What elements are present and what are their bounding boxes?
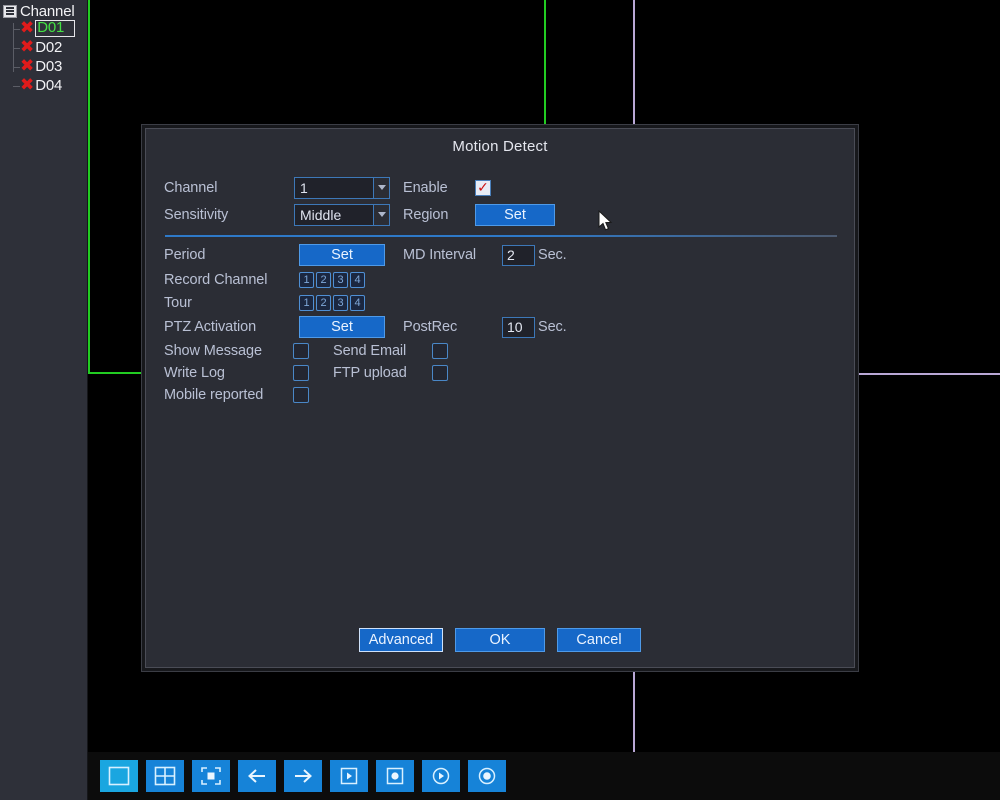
list-icon bbox=[3, 4, 17, 18]
ptz-activation-label: PTZ Activation bbox=[164, 319, 257, 335]
motion-detect-dialog: Motion Detect Channel 1 Enable ✓ Sensiti… bbox=[141, 124, 859, 672]
send-email-label: Send Email bbox=[333, 343, 407, 359]
ftp-upload-label: FTP upload bbox=[333, 365, 407, 381]
dialog-form: Channel 1 Enable ✓ Sensitivity Middle Re… bbox=[146, 155, 854, 406]
ftp-upload-checkbox[interactable] bbox=[432, 365, 448, 381]
post-rec-unit: Sec. bbox=[538, 319, 567, 335]
channel-list: ✖ D01 ✖ D02 ✖ D03 ✖ D04 bbox=[0, 19, 87, 95]
md-interval-label: MD Interval bbox=[403, 247, 477, 263]
channel-label: D04 bbox=[35, 77, 63, 94]
channel-label: D02 bbox=[35, 39, 63, 56]
record-channel-toggle-1[interactable]: 1 bbox=[299, 271, 314, 288]
record-channel-label: Record Channel bbox=[164, 271, 268, 288]
tour-toggle-3[interactable]: 3 bbox=[333, 294, 348, 311]
record-circle-icon[interactable] bbox=[468, 760, 506, 792]
channel-label: Channel bbox=[164, 179, 218, 196]
cancel-button[interactable]: Cancel bbox=[557, 628, 641, 652]
check-icon: ✓ bbox=[477, 179, 489, 196]
row-show-message: Show Message Send Email bbox=[164, 340, 854, 362]
sensitivity-select[interactable]: Middle bbox=[294, 203, 390, 226]
channel-item-d02[interactable]: ✖ D02 bbox=[0, 38, 87, 57]
record-channel-toggle-4[interactable]: 4 bbox=[350, 271, 365, 288]
channel-item-d01[interactable]: ✖ D01 bbox=[0, 19, 87, 38]
channel-select-value: 1 bbox=[300, 179, 308, 196]
region-set-button[interactable]: Set bbox=[475, 203, 555, 226]
arrow-left-icon[interactable] bbox=[238, 760, 276, 792]
period-label: Period bbox=[164, 247, 206, 263]
x-icon: ✖ bbox=[20, 75, 35, 95]
show-message-label: Show Message bbox=[164, 343, 262, 359]
record-square-icon[interactable] bbox=[376, 760, 414, 792]
row-write-log: Write Log FTP upload bbox=[164, 362, 854, 384]
zoom-view-icon[interactable] bbox=[192, 760, 230, 792]
send-email-checkbox[interactable] bbox=[432, 343, 448, 359]
period-set-button[interactable]: Set bbox=[299, 244, 385, 266]
play-square-icon[interactable] bbox=[330, 760, 368, 792]
ok-button[interactable]: OK bbox=[455, 628, 545, 652]
tour-toggle-2[interactable]: 2 bbox=[316, 294, 331, 311]
write-log-label: Write Log bbox=[164, 365, 225, 381]
show-message-checkbox[interactable] bbox=[293, 343, 309, 359]
channel-select[interactable]: 1 bbox=[294, 176, 390, 199]
enable-label: Enable bbox=[403, 179, 448, 196]
chevron-down-icon[interactable] bbox=[373, 177, 389, 198]
tour-toggle-4[interactable]: 4 bbox=[350, 294, 365, 311]
row-record-channel: Record Channel 1 2 3 4 bbox=[164, 268, 854, 291]
tour-toggle-1[interactable]: 1 bbox=[299, 294, 314, 311]
sidebar-title: Channel bbox=[20, 2, 75, 20]
record-channel-toggles: 1 2 3 4 bbox=[299, 271, 365, 288]
region-label: Region bbox=[403, 206, 449, 223]
dialog-panel: Motion Detect Channel 1 Enable ✓ Sensiti… bbox=[145, 128, 855, 668]
row-tour: Tour 1 2 3 4 bbox=[164, 291, 854, 314]
single-view-icon[interactable] bbox=[100, 760, 138, 792]
x-icon: ✖ bbox=[20, 37, 35, 57]
x-icon: ✖ bbox=[20, 56, 35, 76]
write-log-checkbox[interactable] bbox=[293, 365, 309, 381]
mobile-reported-label: Mobile reported bbox=[164, 387, 264, 403]
row-channel: Channel 1 Enable ✓ bbox=[164, 174, 854, 201]
record-channel-toggle-3[interactable]: 3 bbox=[333, 271, 348, 288]
play-circle-icon[interactable] bbox=[422, 760, 460, 792]
dialog-button-bar: Advanced OK Cancel bbox=[146, 628, 854, 652]
channel-label: D01 bbox=[35, 20, 76, 37]
row-period: Period Set MD Interval 2 Sec. bbox=[164, 242, 854, 268]
record-channel-toggle-2[interactable]: 2 bbox=[316, 271, 331, 288]
enable-checkbox[interactable]: ✓ bbox=[475, 179, 491, 196]
row-ptz: PTZ Activation Set PostRec 10 Sec. bbox=[164, 314, 854, 340]
channel-sidebar: Channel ✖ D01 ✖ D02 ✖ D03 ✖ D04 bbox=[0, 0, 88, 800]
md-interval-unit: Sec. bbox=[538, 247, 567, 263]
ptz-set-button[interactable]: Set bbox=[299, 316, 385, 338]
channel-label: D03 bbox=[35, 58, 63, 75]
post-rec-label: PostRec bbox=[403, 319, 458, 335]
chevron-down-icon[interactable] bbox=[373, 204, 389, 225]
bottom-toolbar bbox=[88, 752, 1000, 800]
mobile-reported-checkbox[interactable] bbox=[293, 387, 309, 403]
channel-item-d04[interactable]: ✖ D04 bbox=[0, 76, 87, 95]
arrow-right-icon[interactable] bbox=[284, 760, 322, 792]
post-rec-input[interactable]: 10 bbox=[502, 316, 535, 338]
quad-view-icon[interactable] bbox=[146, 760, 184, 792]
sensitivity-select-value: Middle bbox=[300, 206, 342, 223]
advanced-button[interactable]: Advanced bbox=[359, 628, 443, 652]
row-mobile-reported: Mobile reported bbox=[164, 384, 854, 406]
x-icon: ✖ bbox=[20, 18, 35, 38]
section-divider bbox=[165, 235, 837, 237]
tour-label: Tour bbox=[164, 294, 192, 311]
sensitivity-label: Sensitivity bbox=[164, 206, 229, 223]
channel-item-d03[interactable]: ✖ D03 bbox=[0, 57, 87, 76]
md-interval-input[interactable]: 2 bbox=[502, 244, 535, 266]
tour-toggles: 1 2 3 4 bbox=[299, 294, 365, 311]
dialog-title: Motion Detect bbox=[452, 138, 548, 155]
sidebar-header: Channel bbox=[0, 0, 87, 19]
row-sensitivity: Sensitivity Middle Region Set bbox=[164, 201, 854, 228]
